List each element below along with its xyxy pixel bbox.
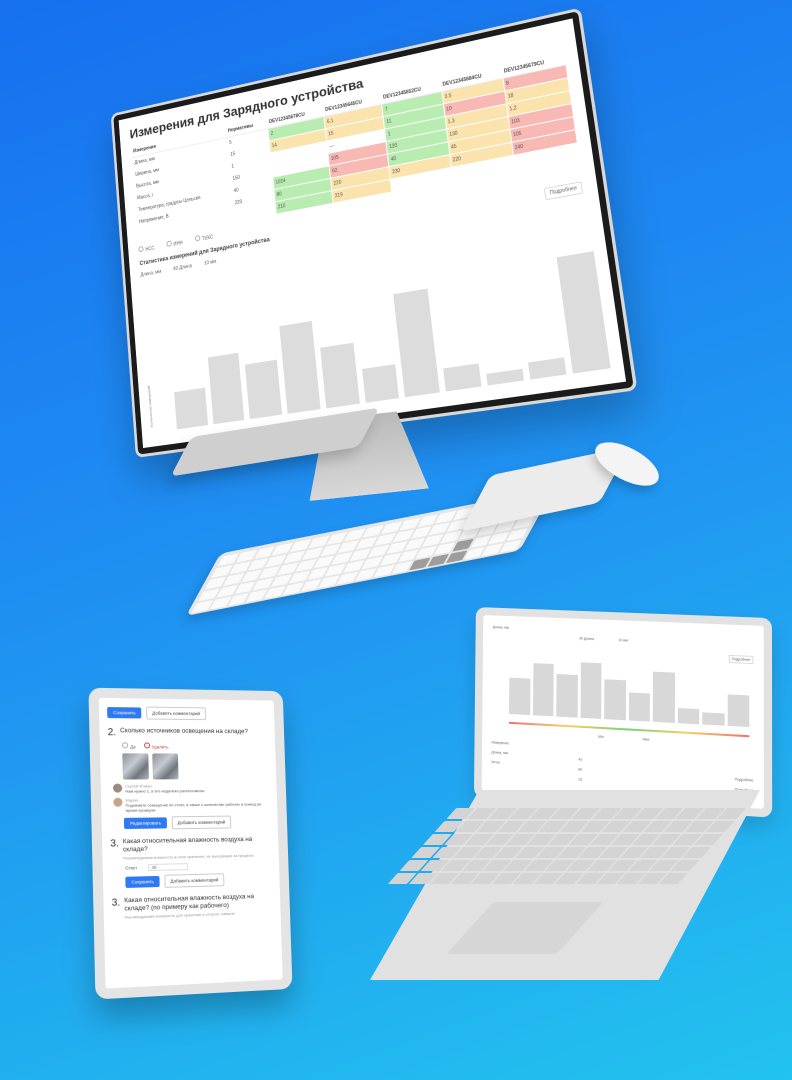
keyboard-key [506,528,528,541]
keyboard-key [391,561,413,574]
keyboard-key [355,568,377,582]
comment-body: Нам нужно 1, а это недалеко расположены [125,788,205,794]
q2-options: Да Удалить [122,742,268,750]
tablet: Сохранить Добавить комментарий 2. Скольк… [88,687,293,1000]
legend-item-2: 10 мм [618,638,628,643]
option-2[interactable]: ИНН [166,238,183,249]
keyboard-key [209,596,232,610]
add-comment-button[interactable]: Добавить комментарий [171,815,232,830]
comment: Сергей Фомин Нам нужно 1, а это недалеко… [112,783,269,794]
keyboard-key [427,553,449,567]
keyboard-key [191,600,213,613]
chart-bar [174,387,208,430]
question-4: 3. Какая относительная влажность воздуха… [112,893,274,921]
keyboard-key [318,575,340,589]
question-number: 2. [107,727,117,739]
question-number: 3. [111,897,121,910]
series-label: Длина, мм [140,268,162,279]
question-2: 2. Сколько источников освещения на склад… [108,727,268,739]
question-hint: Рекомендуемая влажность в зоне хранения,… [123,852,254,861]
question-text: Сколько источников освещения на складе? [119,727,249,736]
chart-bar [556,251,611,374]
question-number: 3. [110,838,119,850]
monitor: Измерения для Зарядного устройства Измер… [110,7,638,458]
chart-bar [509,677,530,716]
chart-bar [207,352,245,425]
y-axis-label: Количество измерений [146,385,154,428]
chart-bar [393,288,440,398]
chart-bar [677,707,700,725]
keyboard-key [336,571,359,585]
answer-row: Ответ 40 [125,862,272,873]
comment: Мария Поднимите освещение не стоит, а та… [113,797,270,813]
answer-label: Ответ [125,865,138,872]
range-max: Max [642,737,650,742]
avatar [112,783,123,793]
keyboard-key [246,589,268,603]
option-3[interactable]: ТЕКС [194,233,213,244]
chart-bar [702,711,725,726]
chart-bar [532,663,554,717]
laptop-lid: Длина, мм 40 Длина 10 мм Подробнее Min M… [473,606,773,818]
legend-item-1: 40 Длина [579,636,594,642]
photo-gallery [122,753,268,780]
laptop-screen: Длина, мм 40 Длина 10 мм Подробнее Min M… [481,615,764,809]
legend-item-2: 10 мм [203,258,217,267]
chart-bar [556,673,578,718]
chart-bar [361,364,400,403]
keyboard-key [409,557,431,571]
question-text: Какая относительная влажность воздуха на… [122,835,253,854]
chart-bar [628,692,650,722]
keyboard-key [463,546,486,560]
list-label-1: Измерение [491,740,509,746]
keyboard-key [282,582,304,596]
side-button-1[interactable]: Подробнее [735,777,754,782]
comment-body: Поднимите освещение не стоит, а также о … [125,801,262,813]
list-value-2: 80 [578,767,583,772]
add-comment-button[interactable]: Добавить комментарий [164,873,225,889]
chart-bar [279,320,321,414]
chart-bar [486,368,524,386]
list-value-3: 15 [578,777,583,782]
chart-bar [580,662,602,719]
stats-bar-chart [169,251,611,430]
photo-thumbnail[interactable] [152,753,179,780]
chart-bar [320,342,360,409]
laptop-bar-chart [509,653,750,728]
chart-bar [443,363,482,392]
save-button[interactable]: Сохранить [125,876,161,889]
list-value-1: 40 [578,757,583,762]
option-delete[interactable]: Удалить [143,742,169,750]
series-label: Длина, мм [492,625,509,630]
chart-bar [727,694,750,728]
question-3: 3. Какая относительная влажность воздуха… [110,836,271,862]
option-yes[interactable]: Да [122,742,136,749]
keyboard-key [264,585,286,599]
keyboard-key [445,550,467,564]
monitor-screen: Измерения для Зарядного устройства Измер… [118,18,627,449]
keyboard-key [500,539,522,553]
chart-bar [652,672,675,723]
keyboard-key [228,593,250,606]
tablet-screen: Сохранить Добавить комментарий 2. Скольк… [98,697,283,989]
legend-item-1: 40 Длина [173,263,193,273]
edit-button[interactable]: Редактировать [123,817,168,830]
save-button[interactable]: Сохранить [107,707,142,719]
keyboard-key [373,564,395,578]
keyboard-key [300,578,322,592]
chart-bar [604,678,626,721]
photo-thumbnail[interactable] [122,753,149,780]
chart-bar [245,359,283,420]
answer-input[interactable]: 40 [148,863,189,872]
avatar [113,797,123,807]
keyboard-key [482,543,504,557]
range-min: Min [598,734,604,740]
list-label-2: Длина, мм [491,750,508,756]
list-label-3: Итого [491,760,501,765]
option-1[interactable]: НСС [138,244,155,254]
add-comment-button[interactable]: Добавить комментарий [146,706,206,721]
chart-bar [527,356,567,380]
